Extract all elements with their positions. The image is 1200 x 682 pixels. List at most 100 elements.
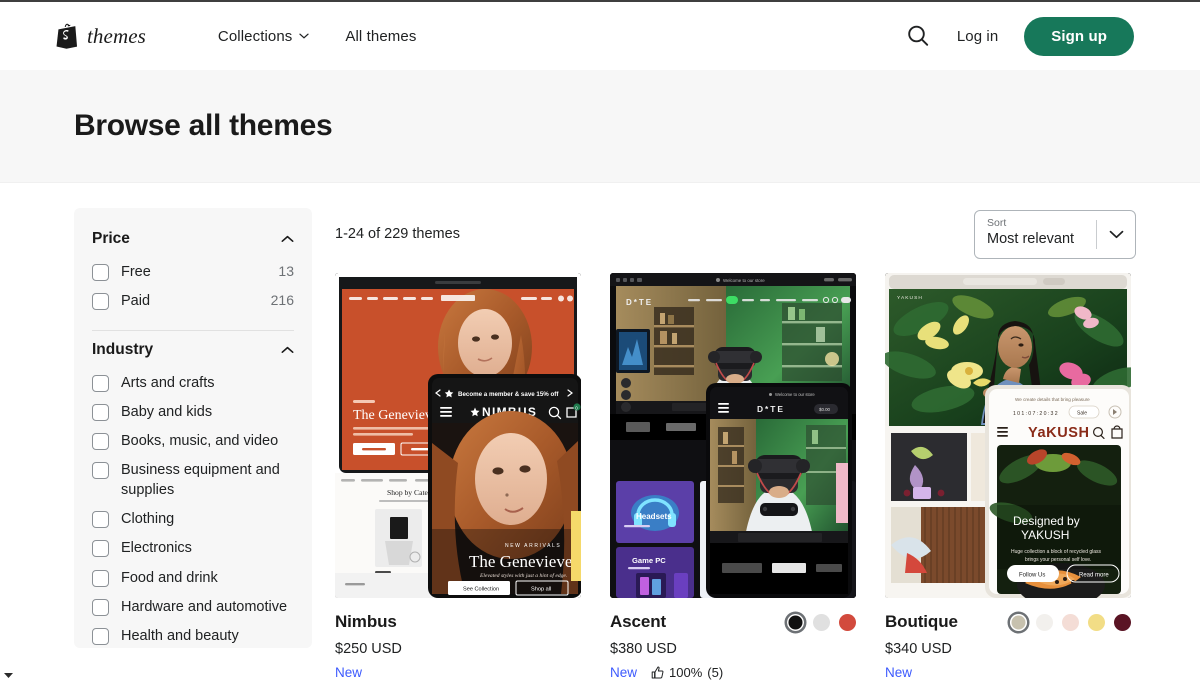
filter-option-paid[interactable]: Paid 216 [92, 287, 294, 316]
sort-labels: Sort Most relevant [975, 211, 1096, 258]
swatch-off-white[interactable] [1036, 614, 1053, 631]
page-body: Price Free 13 Paid 216 Industry [0, 183, 1200, 680]
svg-text:Welcome to our store: Welcome to our store [723, 278, 765, 283]
checkbox[interactable] [92, 540, 109, 557]
theme-name: Boutique [885, 612, 958, 632]
filter-option-books-music-video[interactable]: Books, music, and video [92, 427, 294, 456]
filter-option-label: Electronics [121, 539, 294, 558]
new-badge: New [610, 665, 637, 680]
sort-value: Most relevant [987, 230, 1096, 250]
filter-option-electronics[interactable]: Electronics [92, 534, 294, 563]
filter-option-count: 216 [263, 292, 294, 308]
svg-text:Follow Us: Follow Us [1019, 573, 1045, 579]
results-count: 1-24 of 229 themes [335, 226, 460, 242]
filters-sidebar: Price Free 13 Paid 216 Industry [74, 208, 312, 648]
filter-option-hardware-automotive[interactable]: Hardware and automotive [92, 593, 294, 622]
svg-text:Become a member & save 15% off: Become a member & save 15% off [458, 391, 559, 398]
theme-card-nimbus[interactable]: The Genevieve [335, 273, 581, 680]
checkbox[interactable] [92, 511, 109, 528]
site-header: themes Collections All themes Log in Sig… [0, 2, 1200, 70]
sort-dropdown[interactable]: Sort Most relevant [974, 210, 1136, 259]
filter-option-business-equipment[interactable]: Business equipment and supplies [92, 456, 294, 505]
checkbox[interactable] [92, 375, 109, 392]
svg-text:Elevated styles with just a hi: Elevated styles with just a hint of edge… [479, 572, 567, 579]
logo[interactable]: themes [55, 23, 146, 49]
theme-price: $380 USD [610, 641, 856, 657]
main-toolbar: 1-24 of 229 themes Sort Most relevant [335, 208, 1136, 260]
svg-text:The Genevieve: The Genevieve [353, 408, 438, 423]
color-swatches [787, 614, 856, 631]
filter-option-label: Books, music, and video [121, 432, 294, 451]
shopify-bag-icon [55, 23, 78, 49]
sign-up-button[interactable]: Sign up [1024, 17, 1134, 56]
filter-option-label: Baby and kids [121, 403, 294, 422]
chevron-down-icon [299, 33, 309, 39]
checkbox[interactable] [92, 404, 109, 421]
filter-option-count: 13 [270, 263, 294, 279]
svg-text:$0.00: $0.00 [819, 407, 831, 412]
checkbox[interactable] [92, 293, 109, 310]
theme-title-row: Nimbus [335, 612, 581, 632]
checkbox[interactable] [92, 628, 109, 645]
new-badge: New [335, 665, 362, 680]
svg-text:D*TE: D*TE [626, 298, 653, 307]
svg-text:brings your personal self love: brings your personal self love. [1025, 557, 1091, 563]
filter-option-free[interactable]: Free 13 [92, 258, 294, 287]
swatch-yellow[interactable] [1088, 614, 1105, 631]
theme-meta-nimbus: Nimbus $250 USD New [335, 598, 581, 680]
swatch-maroon[interactable] [1114, 614, 1131, 631]
rating-count: (5) [707, 665, 723, 680]
checkbox[interactable] [92, 462, 109, 479]
chevron-up-icon[interactable] [281, 346, 294, 354]
filter-option-clothing[interactable]: Clothing [92, 505, 294, 534]
search-icon[interactable] [905, 23, 931, 49]
theme-meta-ascent: Ascent $380 USD New [610, 598, 856, 680]
swatch-red[interactable] [839, 614, 856, 631]
filter-group-price-header[interactable]: Price [92, 226, 294, 258]
swatch-pale-pink[interactable] [1062, 614, 1079, 631]
svg-text:Huge collection a block of rec: Huge collection a block of recycled glas… [1011, 549, 1102, 555]
svg-text:YAKUSH: YAKUSH [1021, 528, 1069, 542]
theme-card-ascent[interactable]: Welcome to our store [610, 273, 856, 680]
filter-group-industry-title: Industry [92, 341, 153, 359]
swatch-taupe[interactable] [1010, 614, 1027, 631]
filter-option-label: Business equipment and supplies [121, 461, 294, 500]
scroll-down-arrow[interactable] [3, 670, 14, 681]
nav-item-collections[interactable]: Collections [218, 28, 309, 45]
theme-title-row: Ascent [610, 612, 856, 632]
checkbox[interactable] [92, 264, 109, 281]
theme-badges: New [885, 665, 1131, 680]
svg-text:YAKUSH: YAKUSH [897, 295, 923, 301]
swatch-light-gray[interactable] [813, 614, 830, 631]
chevron-down-icon[interactable] [1097, 211, 1135, 258]
filter-group-industry-header[interactable]: Industry [92, 337, 294, 369]
filter-option-label: Health and beauty [121, 627, 294, 646]
page-title: Browse all themes [74, 109, 332, 143]
svg-text:See Collection: See Collection [463, 587, 499, 593]
theme-card-boutique[interactable]: YAKUSH [885, 273, 1131, 680]
filter-option-label: Arts and crafts [121, 374, 294, 393]
filter-option-baby-and-kids[interactable]: Baby and kids [92, 398, 294, 427]
filter-option-label: Hardware and automotive [121, 598, 294, 617]
chevron-up-icon[interactable] [281, 235, 294, 243]
checkbox[interactable] [92, 599, 109, 616]
checkbox[interactable] [92, 570, 109, 587]
filter-group-industry: Industry Arts and crafts Baby and kids B… [92, 337, 294, 648]
color-swatches [1010, 614, 1131, 631]
swatch-black[interactable] [787, 614, 804, 631]
nav-all-themes-label: All themes [345, 28, 416, 45]
nav-item-all-themes[interactable]: All themes [345, 28, 416, 45]
theme-meta-boutique: Boutique $340 USD New [885, 598, 1131, 680]
filter-group-price-title: Price [92, 230, 130, 248]
svg-text:Headsets: Headsets [636, 512, 672, 521]
filter-option-health-and-beauty[interactable]: Health and beauty [92, 622, 294, 648]
theme-preview-boutique[interactable]: YAKUSH [885, 273, 1131, 598]
themes-main: 1-24 of 229 themes Sort Most relevant [335, 208, 1136, 680]
page-hero: Browse all themes [0, 70, 1200, 183]
filter-option-arts-and-crafts[interactable]: Arts and crafts [92, 369, 294, 398]
theme-preview-nimbus[interactable]: The Genevieve [335, 273, 581, 598]
login-link[interactable]: Log in [957, 28, 998, 45]
checkbox[interactable] [92, 433, 109, 450]
filter-option-food-and-drink[interactable]: Food and drink [92, 564, 294, 593]
theme-preview-ascent[interactable]: Welcome to our store [610, 273, 856, 598]
